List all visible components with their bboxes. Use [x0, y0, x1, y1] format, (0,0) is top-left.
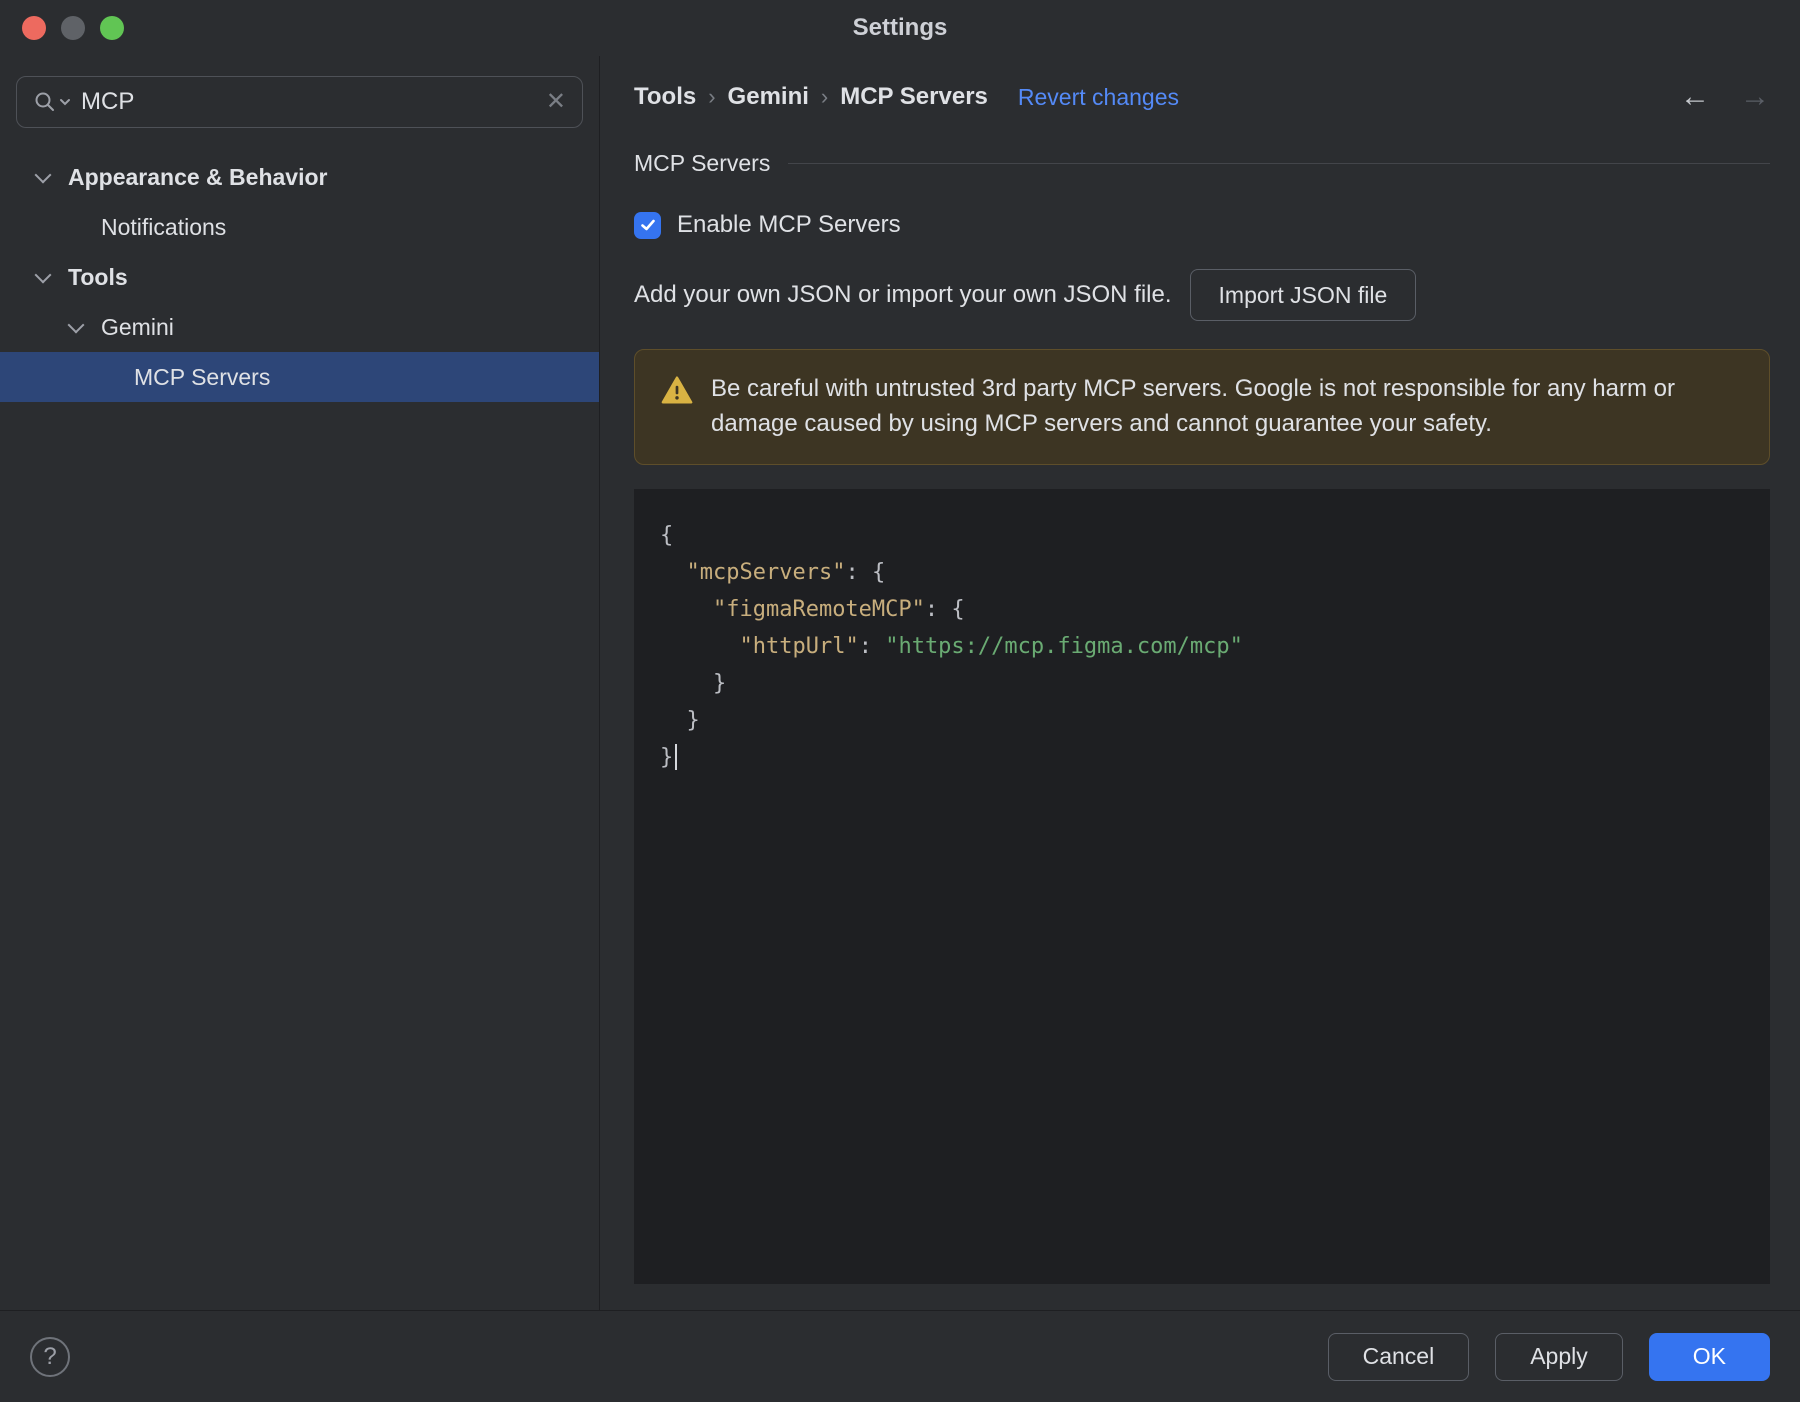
tree-item-gemini[interactable]: Gemini [0, 302, 599, 352]
tree-item-tools[interactable]: Tools [0, 252, 599, 302]
close-window-button[interactable] [22, 16, 46, 40]
search-icon [33, 90, 71, 114]
warning-text: Be careful with untrusted 3rd party MCP … [711, 375, 1675, 437]
cancel-button[interactable]: Cancel [1327, 1332, 1470, 1381]
tree-item-label: Tools [68, 263, 128, 290]
ok-button[interactable]: OK [1648, 1332, 1770, 1381]
back-arrow-icon[interactable]: ← [1680, 82, 1710, 112]
sidebar: ✕ Appearance & Behavior Notifications Tool… [0, 56, 600, 1310]
tree-item-label: Appearance & Behavior [68, 163, 328, 190]
breadcrumb-item-gemini[interactable]: Gemini [728, 83, 809, 111]
tree-item-label: Gemini [101, 313, 174, 340]
code-line: } [660, 670, 727, 696]
code-line: } [660, 739, 1770, 776]
window-controls [22, 16, 124, 40]
zoom-window-button[interactable] [100, 16, 124, 40]
section-header: MCP Servers [634, 150, 1770, 177]
settings-body: ✕ Appearance & Behavior Notifications Tool… [0, 56, 1800, 1310]
footer-buttons: Cancel Apply OK [1327, 1332, 1770, 1381]
settings-window: Settings ✕ Appearance & Behavior Notifica… [0, 0, 1800, 1402]
enable-mcp-row: Enable MCP Servers [634, 211, 1770, 239]
search-field[interactable]: ✕ [16, 76, 583, 128]
main-panel: Tools › Gemini › MCP Servers Revert changes … [600, 56, 1800, 1310]
breadcrumb-item-tools[interactable]: Tools [634, 83, 696, 111]
json-editor[interactable]: { "mcpServers": { "figmaRemoteMCP": { "h… [634, 488, 1770, 1284]
section-divider [788, 163, 1770, 164]
enable-mcp-checkbox[interactable] [634, 211, 661, 239]
breadcrumb-separator: › [820, 84, 829, 109]
code-line: "httpUrl": "https://mcp.figma.com/mcp" [739, 633, 1243, 659]
chevron-down-icon[interactable] [59, 316, 93, 333]
help-icon[interactable]: ? [30, 1336, 70, 1377]
forward-arrow-icon[interactable]: → [1740, 82, 1770, 112]
code-line: "mcpServers": { [686, 559, 886, 585]
search-options-caret-icon [60, 99, 70, 106]
header-row: Tools › Gemini › MCP Servers Revert changes … [634, 82, 1770, 112]
checkmark-icon [640, 219, 655, 231]
footer: ? Cancel Apply OK [0, 1310, 1800, 1402]
tree-item-label: Notifications [101, 213, 227, 240]
code-line: } [660, 707, 700, 733]
revert-changes-link[interactable]: Revert changes [1018, 84, 1179, 111]
warning-banner: Be careful with untrusted 3rd party MCP … [634, 349, 1770, 465]
apply-button[interactable]: Apply [1495, 1332, 1623, 1381]
import-json-button[interactable]: Import JSON file [1189, 269, 1417, 321]
breadcrumb-separator: › [708, 84, 716, 109]
import-row: Add your own JSON or import your own JSO… [634, 269, 1770, 321]
titlebar: Settings [0, 0, 1800, 56]
minimize-window-button[interactable] [61, 16, 85, 40]
code-line: { [660, 522, 674, 548]
chevron-down-icon[interactable] [26, 166, 60, 183]
tree-item-mcp-servers[interactable]: MCP Servers [0, 352, 599, 402]
settings-tree: Appearance & Behavior Notifications Tools G… [0, 152, 599, 402]
history-navigation: ← → [1680, 82, 1770, 112]
search-input[interactable] [81, 88, 536, 116]
tree-item-notifications[interactable]: Notifications [0, 202, 599, 252]
import-hint-text: Add your own JSON or import your own JSO… [634, 281, 1172, 308]
clear-search-icon[interactable]: ✕ [546, 90, 566, 114]
text-caret [675, 743, 678, 770]
section-title: MCP Servers [634, 150, 771, 176]
breadcrumb: Tools › Gemini › MCP Servers [634, 83, 988, 111]
tree-item-label: MCP Servers [134, 363, 271, 390]
tree-item-appearance-behavior[interactable]: Appearance & Behavior [0, 152, 599, 202]
breadcrumb-item-mcp-servers[interactable]: MCP Servers [840, 83, 988, 111]
enable-mcp-label: Enable MCP Servers [677, 211, 901, 238]
warning-triangle-icon [661, 375, 693, 442]
chevron-down-icon[interactable] [26, 266, 60, 283]
window-title: Settings [852, 14, 948, 41]
json-editor-code: { "mcpServers": { "figmaRemoteMCP": { "h… [660, 517, 1770, 776]
code-line: "figmaRemoteMCP": { [712, 596, 965, 622]
